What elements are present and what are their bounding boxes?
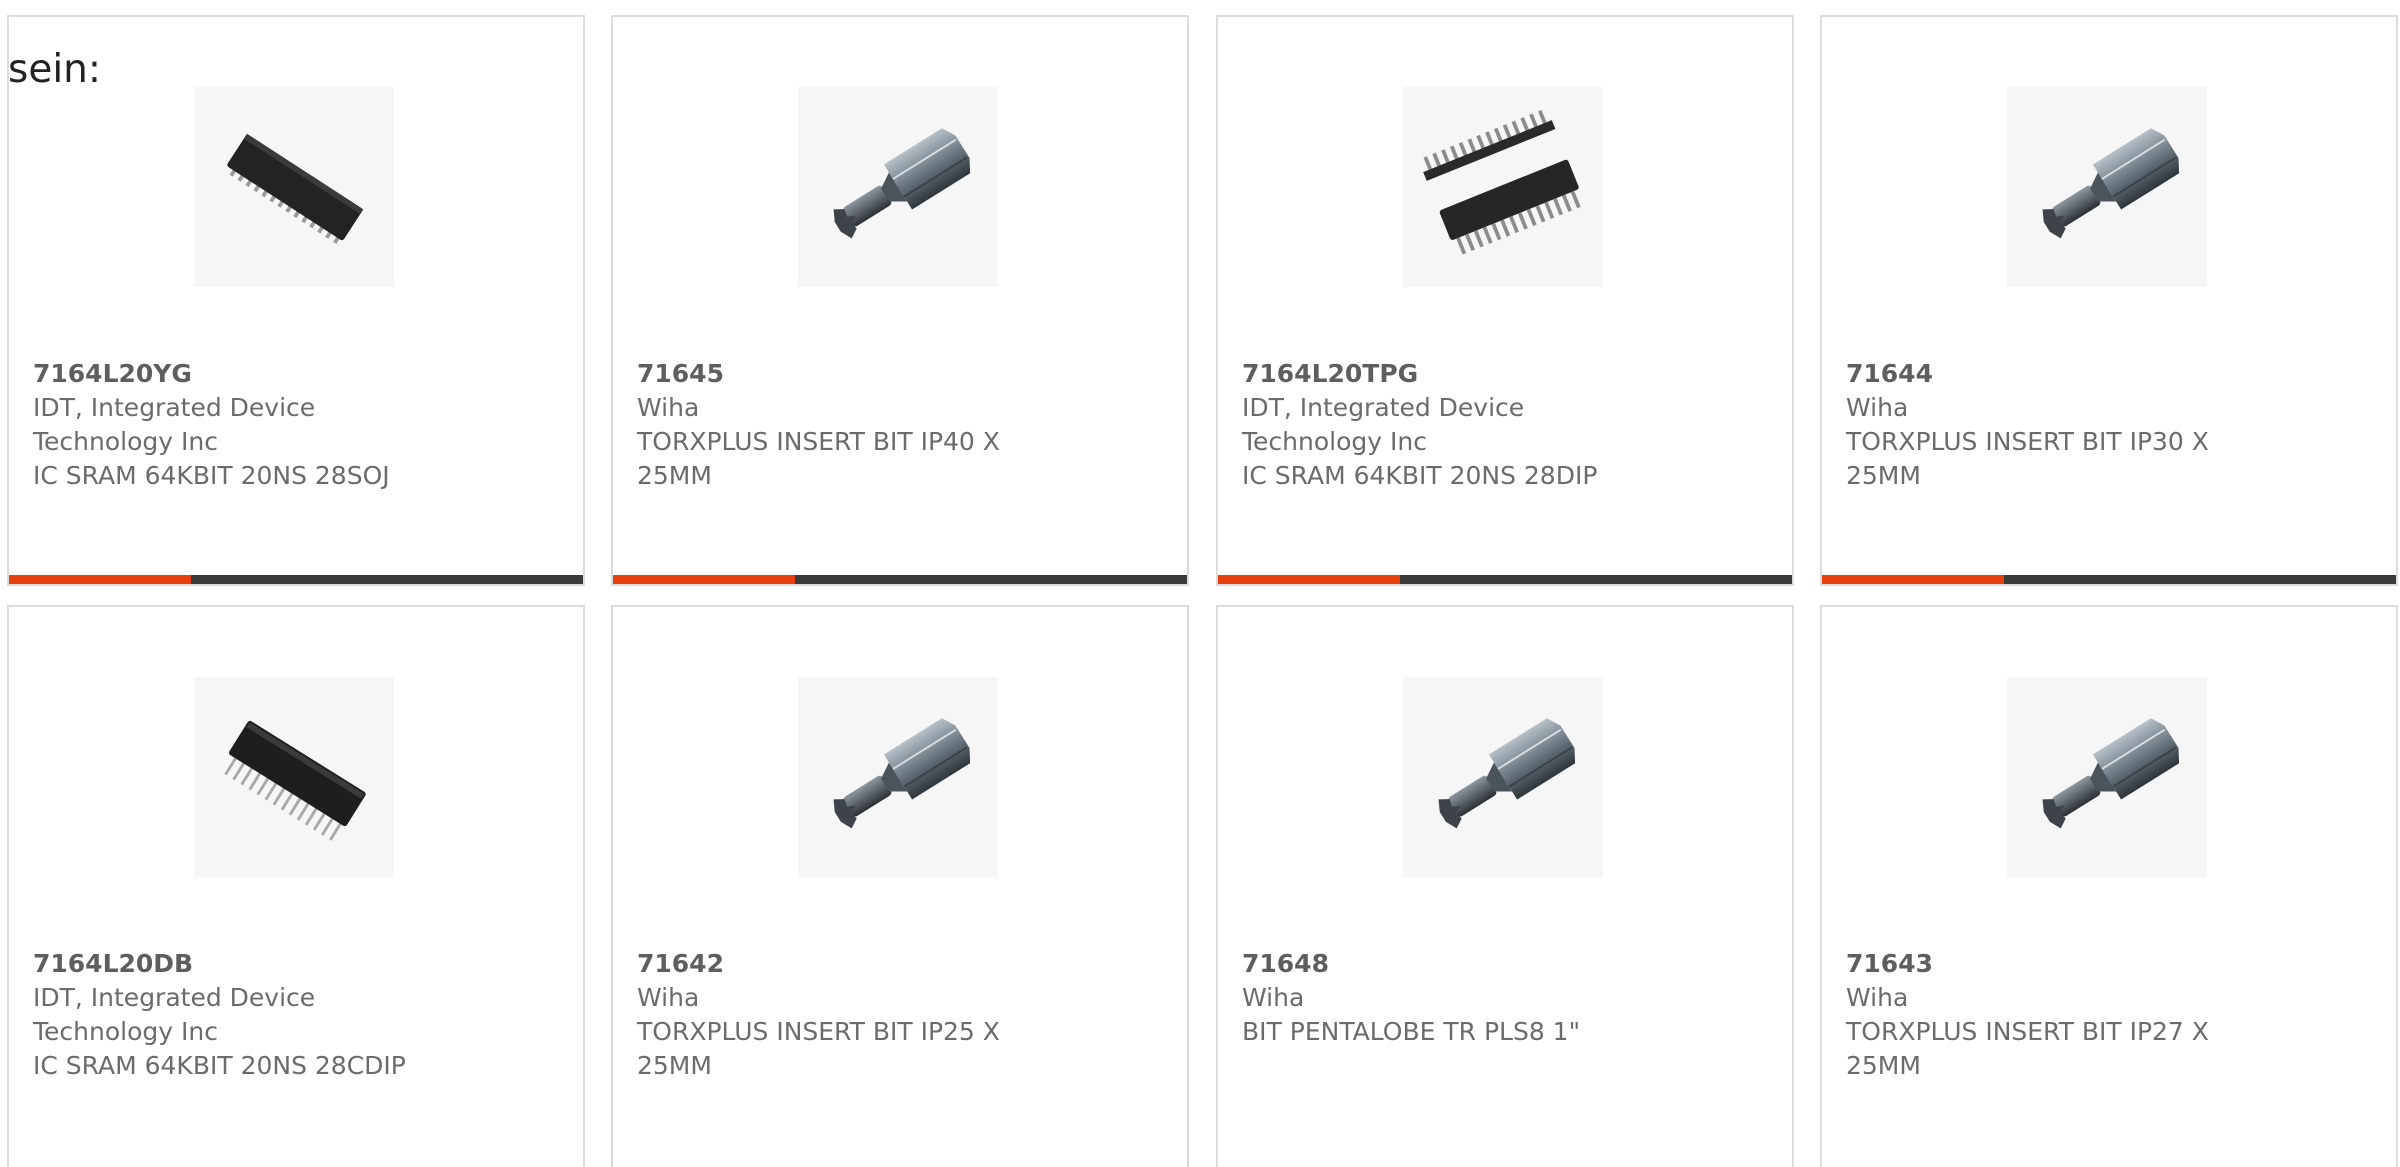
card-footer-bar xyxy=(9,575,583,584)
manufacturer: IDT, Integrated Device Technology Inc xyxy=(33,983,316,1046)
product-info: 71643 Wiha TORXPLUS INSERT BIT IP27 X 25… xyxy=(1846,947,2366,1083)
part-number[interactable]: 71648 xyxy=(1242,947,1762,981)
card-footer-bar xyxy=(1218,575,1792,584)
card-footer-bar xyxy=(1822,575,2396,584)
product-info: 71642 Wiha TORXPLUS INSERT BIT IP25 X 25… xyxy=(637,947,1157,1083)
card-accent xyxy=(1822,575,2004,584)
description: IC SRAM 64KBIT 20NS 28DIP xyxy=(1242,461,1598,490)
product-card[interactable]: 7164L20YG IDT, Integrated Device Technol… xyxy=(7,15,585,586)
product-card[interactable]: 71643 Wiha TORXPLUS INSERT BIT IP27 X 25… xyxy=(1820,605,2398,1167)
product-info: 7164L20YG IDT, Integrated Device Technol… xyxy=(33,357,553,493)
part-number[interactable]: 7164L20TPG xyxy=(1242,357,1762,391)
product-card[interactable]: 7164L20TPG IDT, Integrated Device Techno… xyxy=(1216,15,1794,586)
screwdriver-bit-icon xyxy=(2012,682,2202,872)
part-number[interactable]: 71643 xyxy=(1846,947,2366,981)
product-info: 71644 Wiha TORXPLUS INSERT BIT IP30 X 25… xyxy=(1846,357,2366,493)
part-number[interactable]: 71644 xyxy=(1846,357,2366,391)
product-image xyxy=(2007,87,2207,287)
product-card[interactable]: 71648 Wiha BIT PENTALOBE TR PLS8 1" xyxy=(1216,605,1794,1167)
description: IC SRAM 64KBIT 20NS 28CDIP xyxy=(33,1051,406,1080)
product-info: 71648 Wiha BIT PENTALOBE TR PLS8 1" xyxy=(1242,947,1762,1049)
part-number[interactable]: 7164L20YG xyxy=(33,357,553,391)
product-card[interactable]: 7164L20DB IDT, Integrated Device Technol… xyxy=(7,605,585,1167)
cdip-chip-icon xyxy=(199,682,389,872)
description: BIT PENTALOBE TR PLS8 1" xyxy=(1242,1017,1581,1046)
product-info: 7164L20TPG IDT, Integrated Device Techno… xyxy=(1242,357,1762,493)
manufacturer: Wiha xyxy=(1242,983,1305,1012)
product-image xyxy=(194,87,394,287)
card-footer-bar xyxy=(613,575,1187,584)
manufacturer: IDT, Integrated Device Technology Inc xyxy=(33,393,316,456)
product-info: 7164L20DB IDT, Integrated Device Technol… xyxy=(33,947,553,1083)
product-image xyxy=(798,677,998,877)
dip-chip-icon xyxy=(1408,92,1598,282)
part-number[interactable]: 71642 xyxy=(637,947,1157,981)
screwdriver-bit-icon xyxy=(803,92,993,282)
card-accent xyxy=(9,575,191,584)
part-number[interactable]: 71645 xyxy=(637,357,1157,391)
screwdriver-bit-icon xyxy=(1408,682,1598,872)
intro-text: sein: xyxy=(8,47,102,92)
description: TORXPLUS INSERT BIT IP27 X 25MM xyxy=(1846,1017,2209,1080)
product-card[interactable]: 71642 Wiha TORXPLUS INSERT BIT IP25 X 25… xyxy=(611,605,1189,1167)
product-image xyxy=(798,87,998,287)
screwdriver-bit-icon xyxy=(2012,92,2202,282)
manufacturer: Wiha xyxy=(1846,393,1909,422)
part-number[interactable]: 7164L20DB xyxy=(33,947,553,981)
product-image xyxy=(1403,87,1603,287)
description: TORXPLUS INSERT BIT IP30 X 25MM xyxy=(1846,427,2209,490)
soj-chip-icon xyxy=(199,92,389,282)
product-card[interactable]: 71645 Wiha TORXPLUS INSERT BIT IP40 X 25… xyxy=(611,15,1189,586)
product-image xyxy=(1403,677,1603,877)
product-image xyxy=(194,677,394,877)
product-card[interactable]: 71644 Wiha TORXPLUS INSERT BIT IP30 X 25… xyxy=(1820,15,2398,586)
description: TORXPLUS INSERT BIT IP40 X 25MM xyxy=(637,427,1000,490)
product-info: 71645 Wiha TORXPLUS INSERT BIT IP40 X 25… xyxy=(637,357,1157,493)
card-accent xyxy=(613,575,795,584)
manufacturer: Wiha xyxy=(637,983,700,1012)
description: IC SRAM 64KBIT 20NS 28SOJ xyxy=(33,461,390,490)
description: TORXPLUS INSERT BIT IP25 X 25MM xyxy=(637,1017,1000,1080)
card-accent xyxy=(1218,575,1400,584)
manufacturer: Wiha xyxy=(637,393,700,422)
product-grid-page: sein: 7164L20YG IDT, Integrated Device T… xyxy=(0,0,2400,1167)
manufacturer: IDT, Integrated Device Technology Inc xyxy=(1242,393,1525,456)
screwdriver-bit-icon xyxy=(803,682,993,872)
product-image xyxy=(2007,677,2207,877)
manufacturer: Wiha xyxy=(1846,983,1909,1012)
